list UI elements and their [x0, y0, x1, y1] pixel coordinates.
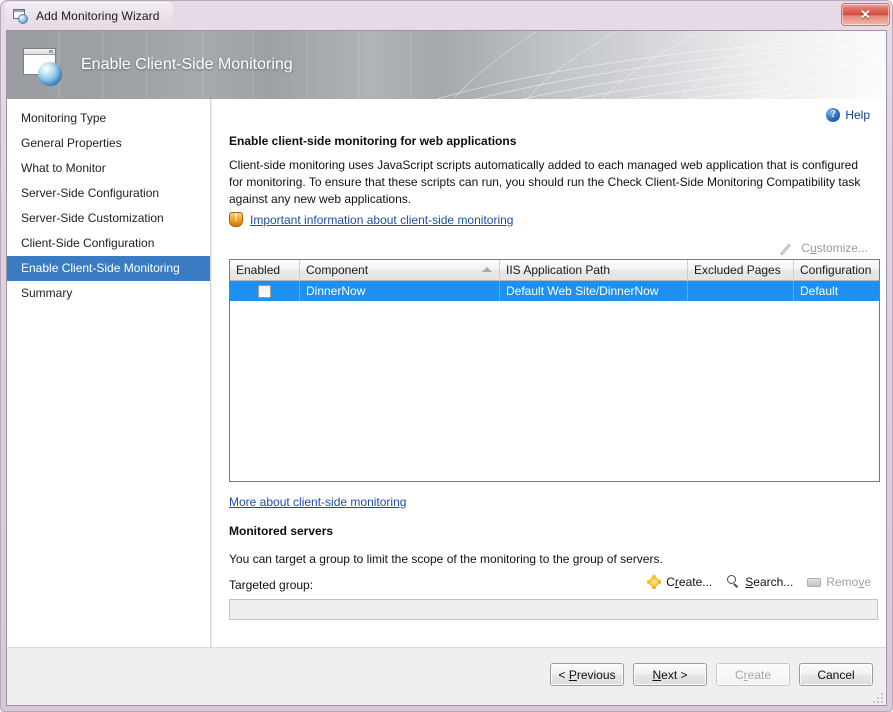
components-table: Enabled Component IIS Application Path E… [229, 259, 880, 482]
title-bar-tab: Add Monitoring Wizard [5, 2, 173, 29]
create-button: Create [716, 663, 790, 686]
previous-button[interactable]: < Previous [550, 663, 624, 686]
sidebar-item-server-side-customization[interactable]: Server-Side Customization [7, 206, 210, 231]
resize-grip[interactable] [871, 691, 883, 703]
create-group-button[interactable]: Create... [647, 575, 712, 589]
warning-shield-icon: ! [229, 212, 243, 227]
cell-iis-application-path: Default Web Site/DinnerNow [500, 281, 688, 301]
magnifier-icon [726, 575, 740, 589]
sidebar-item-server-side-configuration[interactable]: Server-Side Configuration [7, 181, 210, 206]
sidebar-item-what-to-monitor[interactable]: What to Monitor [7, 156, 210, 181]
monitored-servers-description: You can target a group to limit the scop… [229, 552, 663, 566]
targeted-group-input[interactable] [229, 599, 878, 620]
remove-group-label: Remove [826, 575, 871, 589]
help-label: Help [845, 108, 870, 122]
column-header-enabled[interactable]: Enabled [230, 260, 300, 280]
next-button[interactable]: Next > [633, 663, 707, 686]
cell-component: DinnerNow [300, 281, 500, 301]
banner-content: Enable Client-Side Monitoring [21, 31, 293, 99]
previous-button-label: < Previous [558, 668, 615, 682]
star-burst-icon [647, 575, 661, 589]
sort-ascending-icon [482, 267, 492, 272]
remove-icon [807, 578, 821, 587]
cell-excluded-pages [688, 281, 794, 301]
sidebar-item-summary[interactable]: Summary [7, 281, 210, 306]
cancel-button-label: Cancel [817, 668, 854, 682]
important-information-label: Important information about client-side … [250, 213, 513, 227]
more-about-link[interactable]: More about client-side monitoring [229, 495, 406, 509]
page-description: Client-side monitoring uses JavaScript s… [229, 157, 861, 208]
table-header-row: Enabled Component IIS Application Path E… [230, 260, 879, 281]
column-header-component-label: Component [306, 263, 368, 277]
sidebar-item-client-side-configuration[interactable]: Client-Side Configuration [7, 231, 210, 256]
cell-configuration: Default [794, 281, 879, 301]
close-icon: ✕ [860, 8, 871, 21]
help-circle-icon: ? [826, 108, 840, 122]
close-button[interactable]: ✕ [841, 3, 890, 26]
window-client-area: Enable Client-Side Monitoring Monitoring… [6, 30, 887, 706]
customize-label: Customize... [801, 241, 868, 255]
wizard-step-sidebar: Monitoring Type General Properties What … [7, 99, 211, 647]
sidebar-item-monitoring-type[interactable]: Monitoring Type [7, 106, 210, 131]
wizard-content-panel: ? Help Enable client-side monitoring for… [212, 99, 886, 647]
monitored-servers-heading: Monitored servers [229, 524, 333, 538]
table-row[interactable]: DinnerNow Default Web Site/DinnerNow Def… [230, 281, 879, 301]
sidebar-item-general-properties[interactable]: General Properties [7, 131, 210, 156]
enabled-checkbox[interactable] [258, 285, 271, 298]
important-information-link[interactable]: ! Important information about client-sid… [229, 212, 513, 227]
wizard-banner: Enable Client-Side Monitoring [7, 31, 887, 99]
banner-title: Enable Client-Side Monitoring [81, 56, 293, 74]
next-button-label: Next > [652, 668, 687, 682]
cell-enabled [230, 281, 300, 301]
remove-group-button: Remove [807, 575, 871, 589]
footer-button-group: < Previous Next > Create Cancel [550, 663, 873, 686]
wizard-window-sphere-icon [21, 44, 65, 86]
column-header-iis-application-path[interactable]: IIS Application Path [500, 260, 688, 280]
search-group-button[interactable]: Search... [726, 575, 793, 589]
window-title: Add Monitoring Wizard [36, 9, 159, 23]
column-header-component[interactable]: Component [300, 260, 500, 280]
column-header-configuration[interactable]: Configuration [794, 260, 879, 280]
title-bar: Add Monitoring Wizard ✕ [1, 1, 893, 30]
wizard-footer: < Previous Next > Create Cancel [7, 647, 886, 705]
create-button-label: Create [735, 668, 771, 682]
wizard-body: Monitoring Type General Properties What … [7, 99, 886, 705]
group-tool-row: Create... Search... Remove [647, 575, 871, 589]
page-title: Enable client-side monitoring for web ap… [229, 134, 516, 148]
customize-button: Customize... [783, 241, 868, 255]
sidebar-item-enable-client-side-monitoring[interactable]: Enable Client-Side Monitoring [7, 256, 210, 281]
pencil-icon [783, 242, 796, 255]
help-link[interactable]: ? Help [826, 108, 870, 122]
search-group-label: Search... [745, 575, 793, 589]
wizard-window: Add Monitoring Wizard ✕ [0, 0, 893, 712]
window-sphere-icon [13, 8, 29, 24]
targeted-group-label: Targeted group: [229, 578, 313, 592]
create-group-label: Create... [666, 575, 712, 589]
cancel-button[interactable]: Cancel [799, 663, 873, 686]
column-header-excluded-pages[interactable]: Excluded Pages [688, 260, 794, 280]
